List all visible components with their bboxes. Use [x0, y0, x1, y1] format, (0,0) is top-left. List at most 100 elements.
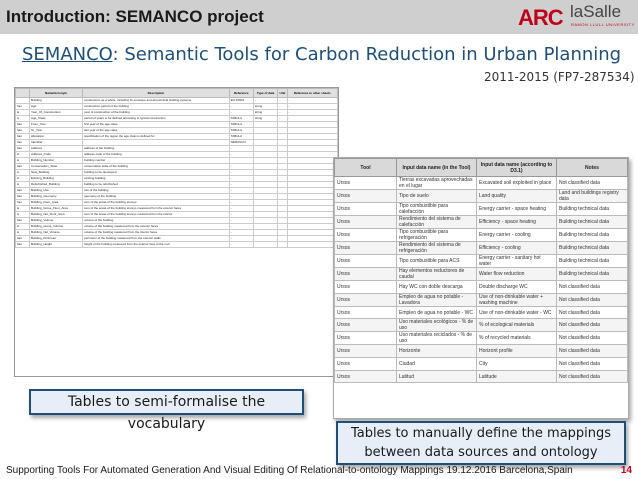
table-cell: Efficiency - space heating — [476, 215, 557, 229]
table-cell: - — [228, 241, 254, 248]
table-cell: Building technical data — [556, 228, 628, 242]
column-header: Tool — [334, 158, 397, 177]
table-cell: Ursos — [334, 318, 397, 333]
table-cell: City — [476, 357, 557, 371]
table-cell: Ursos — [334, 305, 397, 320]
table-row: Ursos Ciudad City Not classified data — [334, 357, 628, 371]
table-cell: % of ecological materials — [476, 318, 557, 333]
table-row: Ursos Latitud Latitude Not classified data — [334, 369, 628, 384]
table-cell: Tierras excavadas aprovechadas en el lug… — [396, 176, 477, 190]
table-row: Ursos Hay WC con doble descarga Double dis… — [334, 280, 628, 294]
table-cell: Use of non-drinkable water - WC — [476, 305, 557, 320]
slide-title: Introduction: SEMANCO project — [6, 7, 264, 26]
table-cell: Use of non-drinkable water + washing mac… — [476, 292, 557, 307]
table-cell: Ursos — [334, 331, 397, 346]
callout-vocabulary: Tables to semi-formalise the vocabulary — [29, 389, 304, 432]
headline-acronym: SEMANCO — [22, 44, 113, 65]
table-cell: Tipo combustible para ACS — [396, 254, 477, 268]
table-cell: Ursos — [334, 241, 397, 255]
logo-lasalle-text: laSalle — [570, 2, 622, 21]
logo-subtext: RAMON LLULL UNIVERSITY — [571, 22, 635, 27]
table-cell: Horizonte — [396, 344, 477, 359]
vocabulary-table: Name/Acronym Description Reference Type of … — [14, 87, 339, 377]
table-cell: Rendimiento del sistema de refrigeración — [396, 241, 477, 255]
table-cell: Hay WC con doble descarga — [396, 280, 477, 294]
column-header — [15, 88, 30, 98]
column-header: Input data name (according to D3.1) — [476, 158, 557, 177]
table-cell: Hay elementos reductores de caudal — [396, 267, 477, 281]
table-cell — [286, 241, 338, 248]
table-row: Ursos Uso materiales reciclados - % de us… — [334, 331, 628, 346]
table-cell: Horizont profile — [476, 344, 557, 359]
table-cell: Building technical data — [556, 267, 628, 281]
table-row: Ursos Tipo combustible para calefacción En… — [334, 202, 628, 216]
table-cell: Not classified data — [556, 318, 628, 333]
table-cell: Ursos — [334, 228, 397, 242]
table-cell: Ursos — [334, 280, 397, 294]
table-row: Ursos Rendimiento del sistema de refriger… — [334, 241, 628, 255]
table-cell: Uso materiales reciclados - % de uso — [396, 331, 477, 346]
project-headline: SEMANCO: Semantic Tools for Carbon Reduc… — [22, 44, 621, 65]
table-row: Ursos Tipo combustible para refrigeración… — [334, 228, 628, 242]
table-row: Ursos Tipo combustible para ACS Energy car… — [334, 254, 628, 268]
column-header: Unit — [277, 88, 288, 98]
table-cell: Energy carrier - sanitary hot water — [476, 254, 557, 268]
page-number: 14 — [620, 465, 632, 476]
table-cell: Not classified data — [556, 357, 628, 371]
table-row: Ursos Empleo de agua no potable - WC Use o… — [334, 305, 628, 320]
column-header: Reference to other sheets — [286, 88, 338, 98]
table-cell: height of the building measured from the… — [82, 241, 230, 248]
callout-mappings: Tables to manually define the mappings b… — [336, 421, 626, 465]
table-cell: Land quality — [476, 189, 557, 203]
headline-rest: : Semantic Tools for Carbon Reduction in… — [112, 44, 622, 65]
table-cell — [252, 241, 279, 248]
table-row: has Building_Height height of the building… — [15, 241, 338, 248]
table-cell: Building technical data — [556, 254, 628, 268]
table-cell: Not classified data — [556, 331, 628, 346]
table-cell: Rendimiento del sistema de calefacción — [396, 215, 477, 229]
table-cell: Not classified data — [556, 176, 628, 190]
table-cell: Ursos — [334, 369, 397, 384]
table-cell: Uso materiales ecológicos - % de uso — [396, 318, 477, 333]
table-cell: Building technical data — [556, 215, 628, 229]
table-cell: Ursos — [334, 254, 397, 268]
column-header: Reference — [228, 88, 254, 98]
mapping-table: Tool Input data name (in the Tool) Input d… — [333, 157, 629, 419]
table-cell: Not classified data — [556, 305, 628, 320]
table-cell: Land and buildings registry data — [556, 189, 628, 203]
footer-text: Supporting Tools For Automated Generatio… — [6, 465, 573, 476]
table-cell: Ursos — [334, 215, 397, 229]
table-cell: Efficiency - cooling — [476, 241, 557, 255]
logo-arc-text: ARC — [518, 5, 564, 30]
table-cell: Empleo de agua no potable - Lavadora — [396, 292, 477, 307]
arc-lasalle-logo: ARC laSalle RAMON LLULL UNIVERSITY — [518, 2, 638, 32]
table-cell: Ciudad — [396, 357, 477, 371]
table-row: Ursos Empleo de agua no potable - Lavador… — [334, 292, 628, 307]
table-cell: Ursos — [334, 189, 397, 203]
table-cell: Latitud — [396, 369, 477, 384]
table-row: Ursos Hay elementos reductores de caudal W… — [334, 267, 628, 281]
column-header: Notes — [556, 158, 628, 177]
column-header: Name/Acronym — [28, 88, 84, 98]
table-cell: Ursos — [334, 344, 397, 359]
table-row: Ursos Uso materiales ecológicos - % de us… — [334, 318, 628, 333]
table-cell — [277, 241, 288, 248]
table-cell: Ursos — [334, 267, 397, 281]
table-cell: Water flow reduction — [476, 267, 557, 281]
column-header: Input data name (in the Tool) — [396, 158, 477, 177]
table-cell: Not classified data — [556, 369, 628, 384]
callout-mappings-line2: between data sources and ontology — [364, 445, 598, 460]
column-header: Description — [82, 88, 230, 98]
table-cell: Ursos — [334, 176, 397, 190]
project-id: 2011-2015 (FP7-287534) — [484, 70, 635, 84]
table-row: Ursos Tipo de suelo Land quality Land and b… — [334, 189, 628, 203]
table-cell: Tipo combustible para calefacción — [396, 202, 477, 216]
column-header: Type of data — [252, 88, 279, 98]
table-cell: % of recycled materials — [476, 331, 557, 346]
table-row: Ursos Horizonte Horizont profile Not classi… — [334, 344, 628, 359]
table-cell: Tipo combustible para refrigeración — [396, 228, 477, 242]
table-cell: Not classified data — [556, 280, 628, 294]
table-cell: Not classified data — [556, 344, 628, 359]
slide-footer: Supporting Tools For Automated Generatio… — [6, 465, 632, 476]
table-cell: Tipo de suelo — [396, 189, 477, 203]
